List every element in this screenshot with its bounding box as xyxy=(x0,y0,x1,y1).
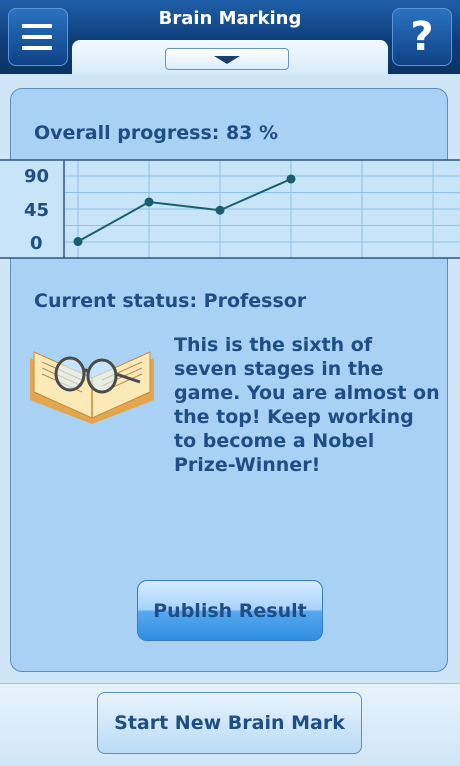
y-tick-label: 90 xyxy=(24,166,49,187)
progress-chart: 90 45 0 xyxy=(0,159,460,259)
data-point xyxy=(73,237,83,247)
current-status-label: Current status: Professor xyxy=(34,290,307,312)
y-tick-label: 45 xyxy=(24,200,49,221)
data-point xyxy=(286,174,296,184)
data-point xyxy=(215,205,225,215)
start-new-brain-mark-button[interactable]: Start New Brain Mark xyxy=(97,692,362,754)
status-description: This is the sixth of seven stages in the… xyxy=(174,334,440,476)
data-point xyxy=(144,197,154,207)
book-with-glasses-icon xyxy=(30,351,154,424)
publish-result-button[interactable]: Publish Result xyxy=(137,580,323,641)
y-tick-label: 0 xyxy=(30,233,43,254)
